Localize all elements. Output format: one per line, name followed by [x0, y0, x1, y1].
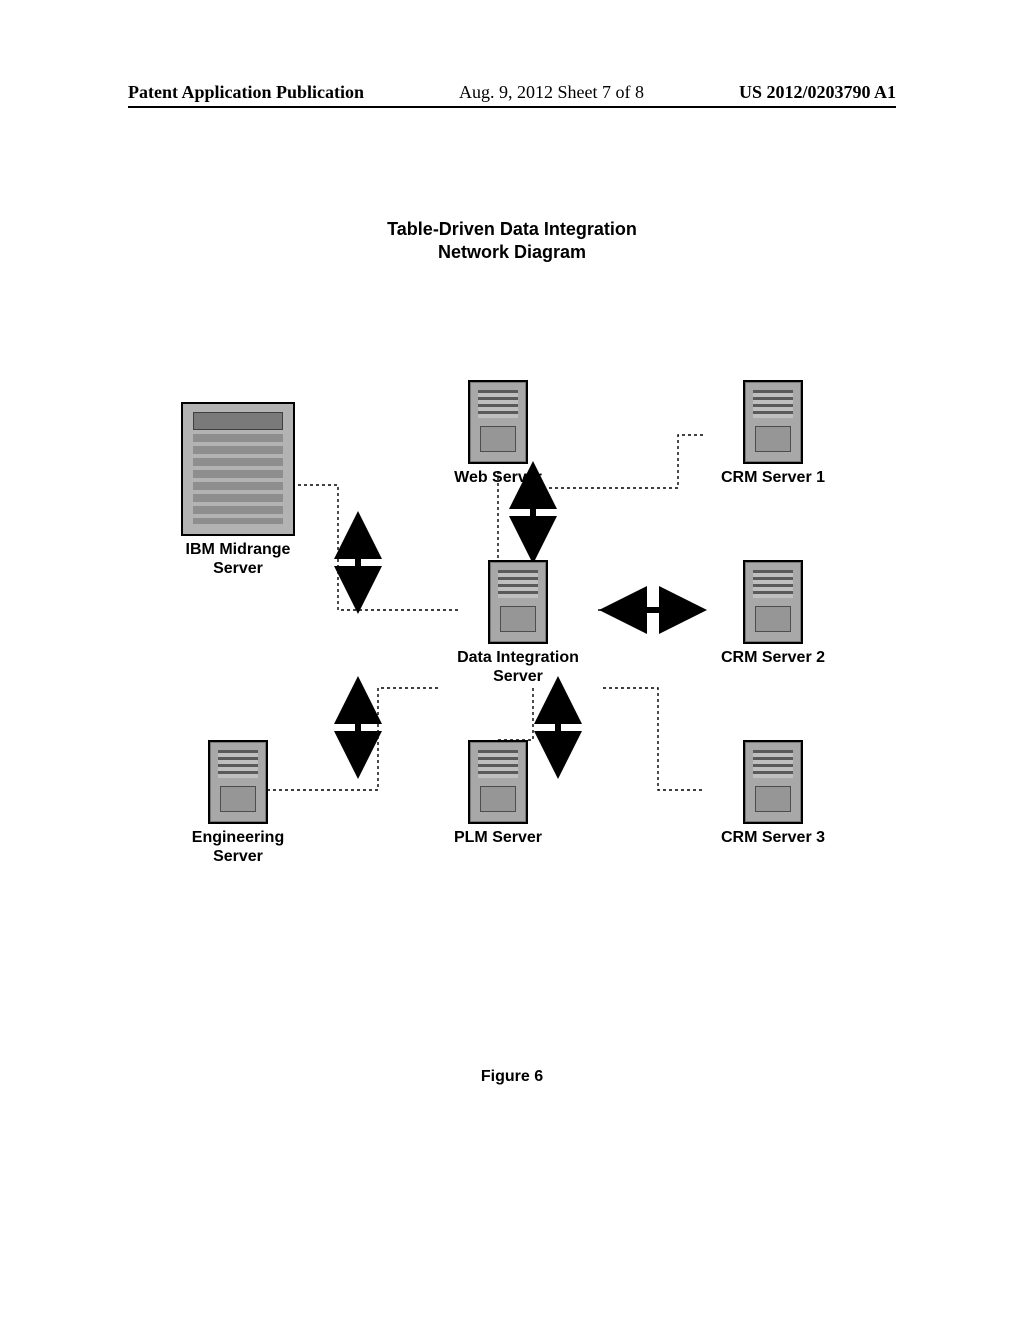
node-plm-server: PLM Server [428, 740, 568, 847]
diagram-title: Table-Driven Data Integration Network Di… [0, 218, 1024, 263]
label-plm: PLM Server [428, 828, 568, 847]
label-crm1: CRM Server 1 [703, 468, 843, 487]
diagram-title-line2: Network Diagram [0, 241, 1024, 264]
sheet-info: Aug. 9, 2012 Sheet 7 of 8 [459, 82, 644, 103]
tower-server-icon [488, 560, 548, 644]
page-header: Patent Application Publication Aug. 9, 2… [128, 82, 896, 103]
publication-number: US 2012/0203790 A1 [739, 82, 896, 103]
node-engineering-server: Engineering Server [168, 740, 308, 866]
label-ibm-midrange: IBM Midrange Server [163, 540, 313, 578]
figure-caption: Figure 6 [0, 1068, 1024, 1086]
node-crm-server-2: CRM Server 2 [703, 560, 843, 667]
node-web-server: Web Server [428, 380, 568, 487]
publication-label: Patent Application Publication [128, 82, 364, 103]
tower-server-icon [208, 740, 268, 824]
label-crm2: CRM Server 2 [703, 648, 843, 667]
label-engineering: Engineering Server [168, 828, 308, 866]
label-data-integration: Data Integration Server [433, 648, 603, 686]
label-crm3: CRM Server 3 [703, 828, 843, 847]
tower-server-icon [743, 560, 803, 644]
header-divider [128, 106, 896, 108]
node-data-integration-server: Data Integration Server [433, 560, 603, 686]
network-diagram: IBM Midrange Server Web Server CRM Serve… [128, 360, 898, 920]
tower-server-icon [743, 380, 803, 464]
tower-server-icon [468, 380, 528, 464]
node-crm-server-3: CRM Server 3 [703, 740, 843, 847]
tower-server-icon [743, 740, 803, 824]
node-ibm-midrange-server: IBM Midrange Server [163, 402, 313, 578]
diagram-title-line1: Table-Driven Data Integration [0, 218, 1024, 241]
midrange-server-icon [181, 402, 295, 536]
tower-server-icon [468, 740, 528, 824]
node-crm-server-1: CRM Server 1 [703, 380, 843, 487]
label-web-server: Web Server [428, 468, 568, 487]
